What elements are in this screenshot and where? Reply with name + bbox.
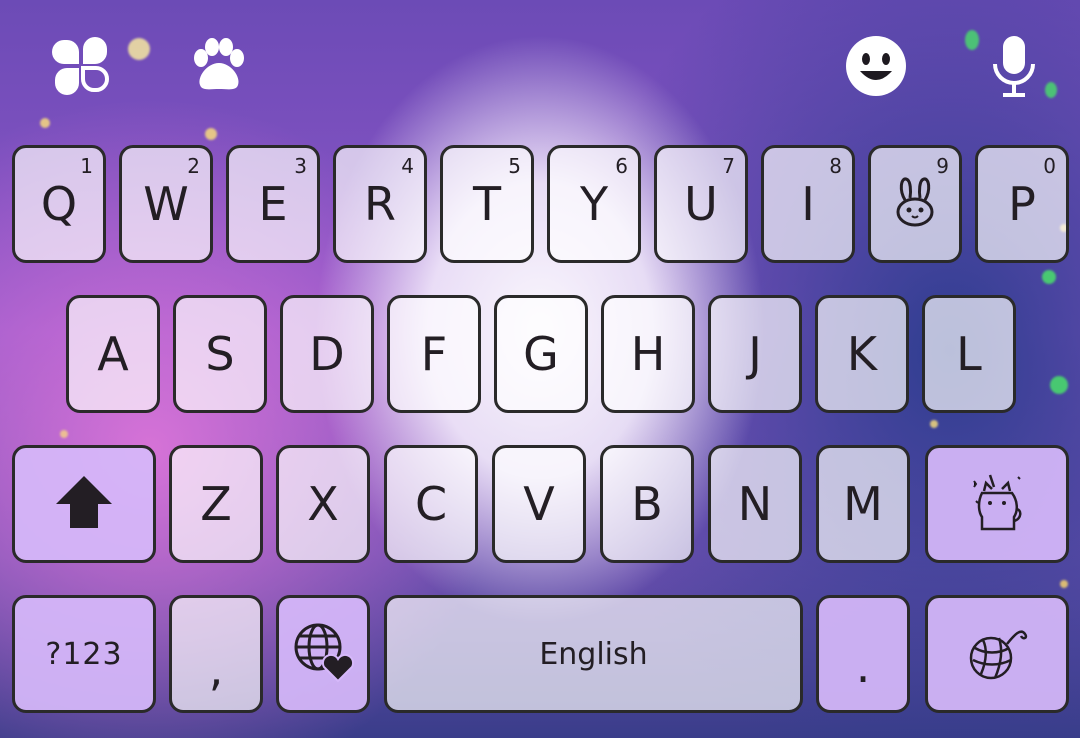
- key-label: V: [523, 477, 555, 531]
- key-label: T: [472, 177, 502, 231]
- key-g[interactable]: G: [494, 295, 588, 413]
- key-label: C: [414, 477, 448, 531]
- key-hint: 0: [1043, 154, 1056, 178]
- period-key[interactable]: .: [816, 595, 910, 713]
- key-j[interactable]: J: [708, 295, 802, 413]
- comma-key[interactable]: ,: [169, 595, 263, 713]
- microphone-icon[interactable]: [982, 34, 1046, 98]
- key-hint: 2: [187, 154, 200, 178]
- key-e[interactable]: E3: [226, 145, 320, 263]
- key-label: I: [801, 177, 815, 231]
- key-h[interactable]: H: [601, 295, 695, 413]
- key-m[interactable]: M: [816, 445, 910, 563]
- key-label: F: [420, 327, 448, 381]
- key-hint: 3: [294, 154, 307, 178]
- language-key[interactable]: [276, 595, 370, 713]
- key-y[interactable]: Y6: [547, 145, 641, 263]
- key-label: Y: [579, 177, 609, 231]
- key-label: X: [307, 477, 339, 531]
- key-label: L: [956, 327, 982, 381]
- globe-heart-icon: [292, 621, 355, 687]
- shift-key[interactable]: [12, 445, 156, 563]
- key-label: Q: [40, 177, 78, 231]
- key-label: N: [737, 477, 773, 531]
- key-hint: 1: [80, 154, 93, 178]
- key-label: A: [97, 327, 129, 381]
- key-hint: 4: [401, 154, 414, 178]
- key-n[interactable]: N: [708, 445, 802, 563]
- key-label: K: [846, 327, 878, 381]
- key-hint: 5: [508, 154, 521, 178]
- period-label: .: [855, 639, 871, 693]
- key-z[interactable]: Z: [169, 445, 263, 563]
- comma-label: ,: [208, 642, 224, 696]
- key-c[interactable]: C: [384, 445, 478, 563]
- key-label: D: [309, 327, 345, 381]
- emoji-icon[interactable]: [844, 34, 908, 98]
- key-q[interactable]: Q1: [12, 145, 106, 263]
- key-i[interactable]: I8: [761, 145, 855, 263]
- enter-key[interactable]: [925, 595, 1069, 713]
- key-b[interactable]: B: [600, 445, 694, 563]
- paw-icon[interactable]: [186, 34, 250, 98]
- shift-arrow-icon: [54, 474, 114, 534]
- symbols-key[interactable]: ?123: [12, 595, 156, 713]
- key-x[interactable]: X: [276, 445, 370, 563]
- key-f[interactable]: F: [387, 295, 481, 413]
- key-label: E: [258, 177, 288, 231]
- key-a[interactable]: A: [66, 295, 160, 413]
- yarn-ball-icon: [965, 620, 1029, 688]
- key-hint: 9: [936, 154, 949, 178]
- unicorn-cat-icon: [970, 471, 1024, 537]
- key-p[interactable]: P0: [975, 145, 1069, 263]
- key-label: S: [205, 327, 235, 381]
- key-l[interactable]: L: [922, 295, 1016, 413]
- symbols-label: ?123: [45, 636, 123, 672]
- space-label: English: [539, 636, 648, 672]
- key-v[interactable]: V: [492, 445, 586, 563]
- backspace-key[interactable]: [925, 445, 1069, 563]
- key-label: J: [748, 327, 762, 381]
- key-label: H: [630, 327, 666, 381]
- key-s[interactable]: S: [173, 295, 267, 413]
- key-hint: 6: [615, 154, 628, 178]
- key-w[interactable]: W2: [119, 145, 213, 263]
- key-label: G: [523, 327, 559, 381]
- key-label: R: [364, 177, 396, 231]
- clover-icon[interactable]: [49, 34, 113, 98]
- key-hint: 8: [829, 154, 842, 178]
- key-label: W: [143, 177, 189, 231]
- key-u[interactable]: U7: [654, 145, 748, 263]
- key-k[interactable]: K: [815, 295, 909, 413]
- key-label: P: [1008, 177, 1036, 231]
- key-r[interactable]: R4: [333, 145, 427, 263]
- key-label: M: [843, 477, 883, 531]
- bunny-icon: [893, 176, 937, 232]
- key-o[interactable]: 9: [868, 145, 962, 263]
- key-label: B: [631, 477, 663, 531]
- key-label: U: [684, 177, 718, 231]
- key-t[interactable]: T5: [440, 145, 534, 263]
- key-label: Z: [200, 477, 232, 531]
- key-hint: 7: [722, 154, 735, 178]
- space-bar[interactable]: English: [384, 595, 803, 713]
- key-d[interactable]: D: [280, 295, 374, 413]
